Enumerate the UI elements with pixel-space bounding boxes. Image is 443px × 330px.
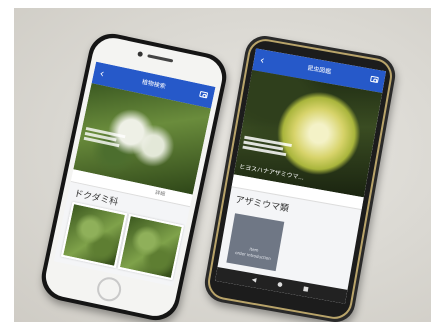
tab-1[interactable] (233, 181, 276, 189)
nav-home-icon[interactable]: ● (277, 281, 283, 289)
right-phone-screen: ‹ 昆虫図鑑 ヒヨスハナアザミウマ... アザミウマ類 Item order i… (215, 48, 387, 304)
tab-3[interactable] (319, 197, 362, 205)
leaf-thumbnail[interactable] (117, 213, 185, 281)
info-card[interactable]: Item order introduction (226, 213, 285, 272)
back-arrow-icon[interactable]: ‹ (258, 49, 266, 71)
camera-icon[interactable] (199, 90, 209, 99)
nav-recents-icon[interactable]: ■ (302, 285, 309, 293)
left-smartphone: ‹ 植物検索 詳細 ドクダミ科 (37, 29, 231, 322)
photo-background: ‹ 植物検索 詳細 ドクダミ科 ‹ 昆虫図鑑 ヒヨスハナアザミウマ... アザミ… (14, 8, 431, 322)
camera-icon[interactable] (369, 75, 379, 84)
app-bar-title: 昆虫図鑑 (306, 64, 332, 76)
right-smartphone: ‹ 昆虫図鑑 ヒヨスハナアザミウマ... アザミウマ類 Item order i… (201, 32, 399, 322)
app-bar-title: 植物検索 (141, 78, 167, 91)
tab-2[interactable] (276, 189, 319, 197)
left-phone-screen: ‹ 植物検索 詳細 ドクダミ科 (53, 61, 216, 287)
leaf-thumbnail[interactable] (60, 201, 128, 269)
nav-back-icon[interactable]: ◀ (251, 276, 257, 284)
back-arrow-icon[interactable]: ‹ (97, 63, 106, 85)
